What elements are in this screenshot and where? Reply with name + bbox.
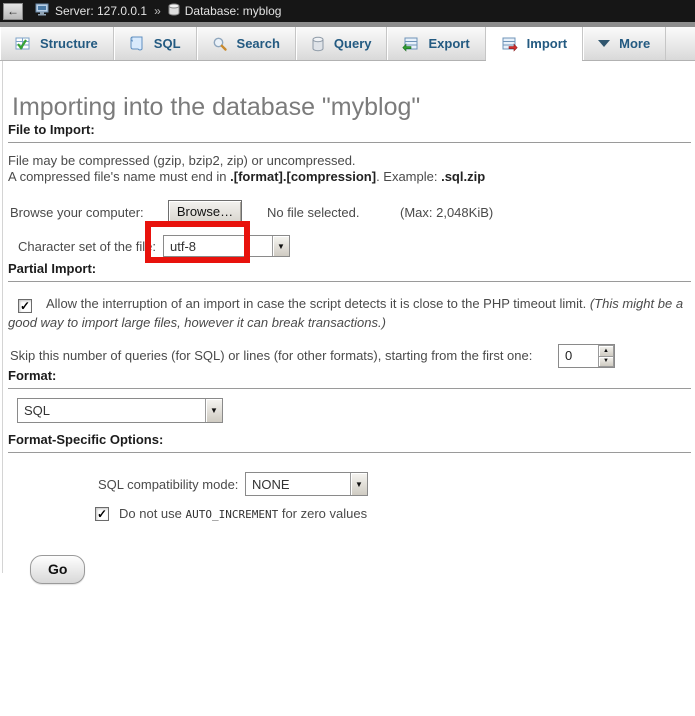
tab-search[interactable]: Search <box>197 27 296 60</box>
format-select-value: SQL <box>18 399 205 422</box>
tab-label: Structure <box>40 36 98 51</box>
tab-export[interactable]: Export <box>387 27 485 60</box>
tab-query[interactable]: Query <box>296 27 388 60</box>
tab-bar: Structure SQL Search Query <box>0 27 695 61</box>
tab-label: Export <box>428 36 469 51</box>
browse-button[interactable]: Browse… <box>168 200 242 223</box>
allow-interruption-checkbox[interactable]: ✓ <box>18 299 32 313</box>
compression-line1: File may be compressed (gzip, bzip2, zip… <box>8 153 356 168</box>
skip-queries-label: Skip this number of queries (for SQL) or… <box>10 348 532 363</box>
compression-note: File may be compressed (gzip, bzip2, zip… <box>8 153 687 185</box>
skip-queries-input[interactable]: 0 ▲ ▼ <box>558 344 615 368</box>
browse-row: Browse your computer: Browse… No file se… <box>0 199 695 235</box>
tab-label: Query <box>334 36 372 51</box>
charset-select[interactable]: utf-8 ▼ <box>163 235 290 257</box>
skip-queries-value: 0 <box>559 345 598 367</box>
database-icon <box>168 3 180 19</box>
query-icon <box>311 36 325 52</box>
spinner: ▲ ▼ <box>598 345 614 367</box>
compression-example: .sql.zip <box>441 169 485 184</box>
import-icon <box>501 36 518 52</box>
auto-increment-checkbox[interactable]: ✓ <box>95 507 109 521</box>
go-button[interactable]: Go <box>30 555 85 584</box>
chevron-down-icon <box>598 40 610 47</box>
auto-increment-code: AUTO_INCREMENT <box>186 508 279 521</box>
sql-compatibility-select[interactable]: NONE ▼ <box>245 472 368 496</box>
tab-label: Import <box>527 36 567 51</box>
export-icon <box>402 36 419 52</box>
sql-compatibility-value: NONE <box>246 473 350 495</box>
breadcrumb-bar: ← Server: 127.0.0.1 » Database: myblog <box>0 0 695 22</box>
charset-row: Character set of the file: utf-8 ▼ <box>0 235 695 261</box>
no-file-selected-text: No file selected. <box>267 205 360 220</box>
auto-increment-label-prefix: Do not use <box>119 506 186 521</box>
search-icon <box>212 36 228 52</box>
page-title: Importing into the database "myblog" <box>12 93 695 122</box>
allow-interruption-text: Allow the interruption of an import in c… <box>46 296 590 311</box>
section-heading-partial-import: Partial Import: <box>8 261 691 282</box>
auto-increment-label-suffix: for zero values <box>278 506 367 521</box>
compression-line2-mid: . Example: <box>376 169 441 184</box>
tab-label: More <box>619 36 650 51</box>
tab-more[interactable]: More <box>583 27 666 60</box>
sql-compatibility-label: SQL compatibility mode: <box>98 477 238 492</box>
breadcrumb-server-link[interactable]: Server: 127.0.0.1 <box>55 4 147 18</box>
section-heading-format: Format: <box>8 368 691 389</box>
spinner-up-button[interactable]: ▲ <box>598 345 614 357</box>
charset-label: Character set of the file: <box>18 239 156 254</box>
main-content: Importing into the database "myblog" Fil… <box>0 93 695 584</box>
dropdown-arrow-icon: ▼ <box>205 399 222 422</box>
back-button[interactable]: ← <box>3 3 23 20</box>
auto-increment-label: Do not use AUTO_INCREMENT for zero value… <box>119 506 367 521</box>
breadcrumb-database-link[interactable]: Database: myblog <box>185 4 282 18</box>
dropdown-arrow-icon: ▼ <box>272 236 289 256</box>
tab-label: SQL <box>154 36 181 51</box>
max-upload-size-text: (Max: 2,048KiB) <box>400 205 493 220</box>
section-heading-format-specific: Format-Specific Options: <box>8 432 691 453</box>
format-row: SQL ▼ <box>0 398 695 432</box>
compression-format-hint: .[format].[compression] <box>230 169 376 184</box>
auto-increment-row: ✓ Do not use AUTO_INCREMENT for zero val… <box>95 506 695 521</box>
charset-select-value: utf-8 <box>164 236 272 256</box>
allow-interruption-paragraph: ✓ Allow the interruption of an import in … <box>8 294 687 332</box>
dropdown-arrow-icon: ▼ <box>350 473 367 495</box>
sql-icon <box>129 36 145 52</box>
format-select[interactable]: SQL ▼ <box>17 398 223 423</box>
spinner-down-button[interactable]: ▼ <box>598 357 614 368</box>
breadcrumb: Server: 127.0.0.1 » Database: myblog <box>35 3 281 19</box>
compression-line2-prefix: A compressed file's name must end in <box>8 169 230 184</box>
browse-label: Browse your computer: <box>10 205 144 220</box>
skip-queries-row: Skip this number of queries (for SQL) or… <box>0 344 695 368</box>
sql-compatibility-row: SQL compatibility mode: NONE ▼ <box>0 472 695 496</box>
server-icon <box>35 3 50 19</box>
section-heading-file-to-import: File to Import: <box>8 122 691 143</box>
tab-import[interactable]: Import <box>486 27 583 60</box>
tab-structure[interactable]: Structure <box>0 27 114 60</box>
tab-sql[interactable]: SQL <box>114 27 197 60</box>
breadcrumb-separator: » <box>152 4 163 18</box>
structure-icon <box>15 36 31 52</box>
content-left-border <box>2 61 3 573</box>
tab-label: Search <box>237 36 280 51</box>
